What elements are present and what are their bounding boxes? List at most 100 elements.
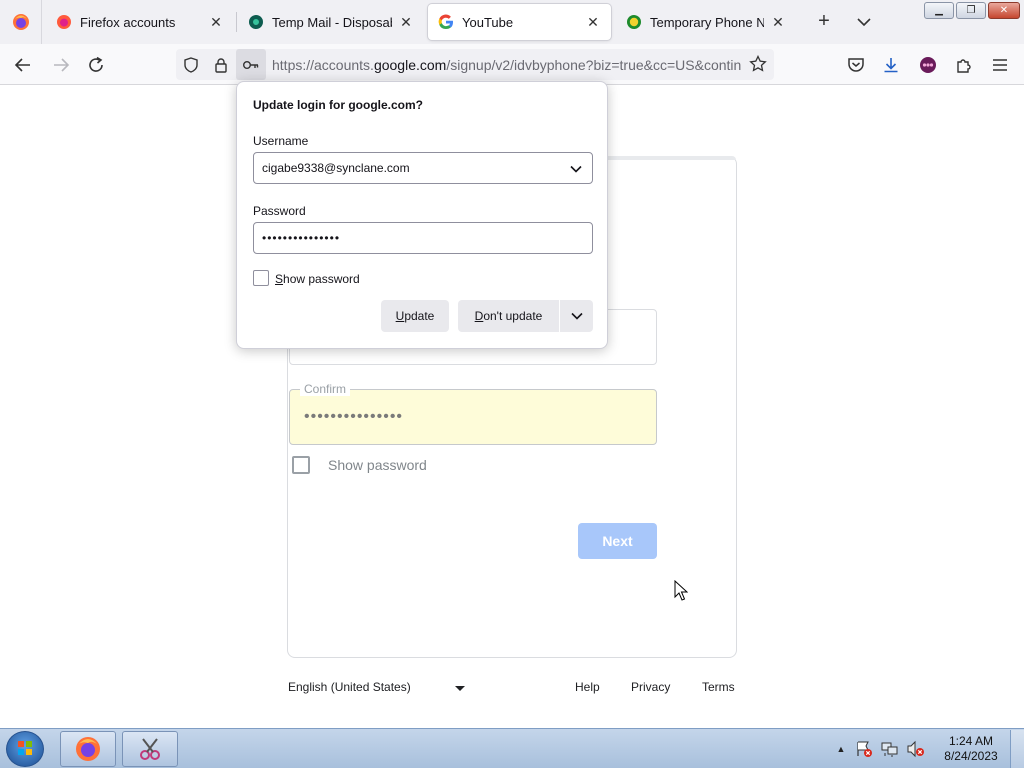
reload-icon (89, 56, 103, 72)
chevron-down-icon (570, 312, 583, 320)
lock-icon (215, 57, 227, 73)
next-button[interactable]: Next (578, 523, 657, 559)
tab-firefox-accounts[interactable]: Firefox accounts ✕ (46, 4, 234, 40)
username-label: Username (253, 134, 309, 148)
clock[interactable]: 1:24 AM 8/24/2023 (932, 734, 1010, 764)
taskbar-snipping-tool[interactable] (122, 731, 178, 767)
popup-title: Update login for google.com? (253, 98, 423, 112)
help-link[interactable]: Help (575, 680, 600, 694)
reload-button[interactable] (83, 52, 109, 78)
firefox-icon (57, 15, 71, 29)
update-button[interactable]: Update (381, 300, 449, 332)
shield-icon (184, 56, 198, 73)
downloads-button[interactable] (878, 52, 904, 78)
close-icon[interactable]: ✕ (585, 14, 601, 31)
confirm-value: ••••••••••••••• (304, 408, 404, 425)
start-button[interactable] (6, 731, 44, 767)
window-controls: ▁ ❐ ✕ (924, 2, 1020, 19)
mnemonic: U (395, 309, 405, 323)
key-icon (243, 60, 259, 69)
bookmark-button[interactable] (746, 52, 770, 76)
account-button[interactable] (915, 52, 941, 78)
download-icon (884, 58, 898, 73)
puzzle-icon (957, 59, 971, 73)
taskbar: ▲ 1:24 AM 8/24/2023 (0, 728, 1024, 768)
restore-button[interactable]: ❐ (956, 2, 986, 19)
windows-logo-icon (18, 741, 32, 755)
password-label: Password (253, 204, 306, 218)
password-value: ••••••••••••••• (262, 231, 341, 245)
tab-strip: Firefox accounts ✕ Temp Mail - Disposabl… (0, 0, 1024, 44)
tab-title: Firefox accounts (80, 14, 176, 30)
clock-time: 1:24 AM (948, 734, 994, 748)
chevron-down-icon[interactable] (568, 161, 584, 177)
tracking-protection-button[interactable] (176, 49, 206, 80)
phone-site-icon (627, 15, 641, 29)
app-menu-button[interactable] (987, 52, 1013, 78)
confirm-password-field[interactable]: Confirm ••••••••••••••• (289, 382, 657, 445)
language-select[interactable]: English (United States) (288, 680, 411, 694)
show-password-checkbox[interactable] (292, 456, 310, 474)
url-bar[interactable]: https://accounts.google.com/signup/v2/id… (176, 49, 774, 80)
close-window-button[interactable]: ✕ (988, 2, 1020, 19)
navigation-toolbar: https://accounts.google.com/signup/v2/id… (0, 44, 1024, 85)
terms-link[interactable]: Terms (702, 680, 735, 694)
firefox-view-button[interactable] (0, 0, 42, 44)
tab-temporary-phone[interactable]: Temporary Phone Numb ✕ (616, 4, 796, 40)
confirm-label: Confirm (300, 382, 351, 396)
dont-update-button[interactable]: Don't update (458, 300, 559, 332)
show-password-label[interactable]: Show password (275, 272, 360, 286)
show-password-label[interactable]: Show password (328, 457, 427, 473)
avatar-icon (920, 57, 936, 73)
extensions-button[interactable] (951, 52, 977, 78)
show-hidden-icons-button[interactable]: ▲ (832, 744, 850, 754)
mouse-cursor-icon (674, 580, 688, 601)
pocket-button[interactable] (843, 52, 869, 78)
volume-muted-icon[interactable] (906, 740, 926, 758)
url-text[interactable]: https://accounts.google.com/signup/v2/id… (272, 57, 748, 73)
taskbar-firefox[interactable] (60, 731, 116, 767)
forward-button[interactable] (48, 52, 74, 78)
tab-title: Temporary Phone Numb (650, 14, 764, 30)
chevron-down-icon (857, 18, 871, 27)
hamburger-icon (993, 59, 1007, 71)
show-password-checkbox[interactable] (253, 270, 269, 286)
forward-arrow-icon (54, 58, 70, 72)
tab-temp-mail[interactable]: Temp Mail - Disposable T ✕ (238, 4, 424, 40)
close-icon[interactable]: ✕ (770, 14, 786, 31)
site-info-button[interactable] (206, 49, 236, 80)
action-center-icon[interactable] (854, 740, 874, 758)
tab-title: YouTube (462, 14, 514, 30)
url-prefix: https://accounts. (272, 56, 374, 73)
close-icon[interactable]: ✕ (398, 14, 414, 31)
url-domain: google.com (373, 56, 447, 73)
password-field[interactable]: ••••••••••••••• (253, 222, 593, 254)
pocket-icon (848, 58, 864, 72)
tab-separator (236, 12, 237, 32)
show-desktop-button[interactable] (1010, 730, 1024, 768)
mnemonic: D (474, 309, 484, 323)
privacy-link[interactable]: Privacy (631, 680, 670, 694)
username-field[interactable]: cigabe9338@synclane.com (253, 152, 593, 184)
update-text: pdate (404, 309, 435, 323)
dont-update-text: on't update (483, 309, 543, 323)
list-all-tabs-button[interactable] (852, 10, 876, 34)
close-icon[interactable]: ✕ (208, 14, 224, 31)
system-tray: ▲ 1:24 AM 8/24/2023 (832, 729, 1024, 768)
mnemonic: S (275, 272, 284, 286)
tempmail-icon (249, 15, 263, 29)
minimize-button[interactable]: ▁ (924, 2, 954, 19)
google-icon (438, 14, 453, 30)
caret-down-icon[interactable] (455, 686, 465, 691)
scissors-icon (140, 738, 160, 760)
show-password-text: how password (283, 272, 360, 286)
firefox-icon (12, 14, 29, 30)
network-icon[interactable] (880, 740, 900, 758)
password-manager-button[interactable] (236, 49, 266, 80)
more-actions-button[interactable] (560, 300, 593, 332)
url-path: /signup/v2/idvbyphone?biz=true&cc=US&con… (446, 56, 742, 73)
star-icon (749, 55, 767, 72)
back-button[interactable] (10, 52, 36, 78)
tab-youtube[interactable]: YouTube ✕ (428, 4, 611, 40)
new-tab-button[interactable]: + (812, 10, 836, 34)
